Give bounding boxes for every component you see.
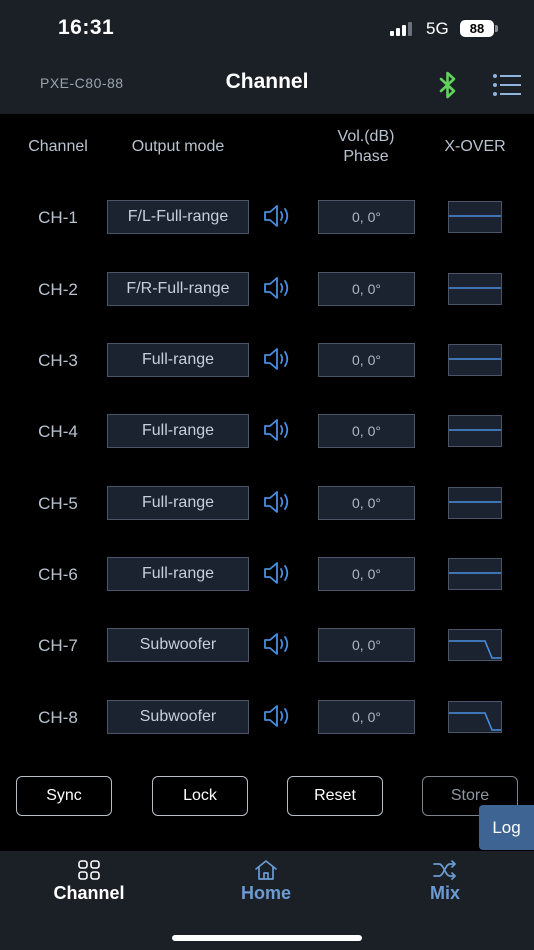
channel-label: CH-5: [38, 494, 78, 513]
xover-button[interactable]: [448, 344, 502, 376]
speaker-icon[interactable]: [262, 346, 292, 372]
xover-button[interactable]: [448, 273, 502, 305]
channel-label: CH-2: [38, 280, 78, 299]
lock-button[interactable]: Lock: [152, 776, 248, 816]
speaker-icon[interactable]: [262, 631, 292, 657]
xover-curve: [449, 215, 501, 217]
battery-icon: 88: [460, 20, 494, 37]
reset-button[interactable]: Reset: [287, 776, 383, 816]
xover-button[interactable]: [448, 415, 502, 447]
vol-phase-button[interactable]: 0, 0°: [318, 343, 415, 377]
channel-row: CH-3 Full-range 0, 0°: [0, 342, 534, 382]
nav-home-label: Home: [240, 883, 291, 903]
xover-button[interactable]: [448, 201, 502, 233]
channel-row: CH-8 Subwoofer 0, 0°: [0, 699, 534, 739]
nav-mix-label: Mix: [429, 883, 460, 903]
channel-row: CH-1 F/L-Full-range 0, 0°: [0, 199, 534, 239]
nav-mix[interactable]: Mix: [375, 859, 515, 904]
xover-curve: [449, 572, 501, 574]
status-time: 16:31: [58, 16, 115, 39]
xover-curve: [449, 287, 501, 289]
xover-button[interactable]: [448, 629, 502, 661]
menu-list-icon[interactable]: [492, 72, 522, 98]
home-indicator: [172, 935, 362, 941]
channel-label: CH-8: [38, 708, 78, 727]
speaker-icon[interactable]: [262, 703, 292, 729]
speaker-icon[interactable]: [262, 417, 292, 443]
vol-phase-button[interactable]: 0, 0°: [318, 557, 415, 591]
output-mode-button[interactable]: Full-range: [107, 343, 249, 377]
battery-tip: [495, 25, 498, 32]
shuffle-icon: [433, 860, 456, 880]
status-bar: 16:31 5G 88: [0, 0, 534, 58]
xover-curve: [449, 501, 501, 503]
xover-button[interactable]: [448, 487, 502, 519]
column-header-xover: X-OVER: [444, 138, 506, 155]
speaker-icon[interactable]: [262, 560, 292, 586]
vol-phase-button[interactable]: 0, 0°: [318, 700, 415, 734]
vol-phase-button[interactable]: 0, 0°: [318, 414, 415, 448]
grid-icon: [78, 860, 100, 880]
output-mode-button[interactable]: F/L-Full-range: [107, 200, 249, 234]
channel-row: CH-6 Full-range 0, 0°: [0, 556, 534, 596]
cellular-signal-icon: [390, 22, 412, 36]
log-button[interactable]: Log: [479, 805, 534, 850]
speaker-icon[interactable]: [262, 275, 292, 301]
channel-row: CH-5 Full-range 0, 0°: [0, 485, 534, 525]
channel-row: CH-4 Full-range 0, 0°: [0, 413, 534, 453]
network-type: 5G: [426, 19, 449, 38]
xover-curve: [449, 640, 501, 659]
output-mode-button[interactable]: Subwoofer: [107, 628, 249, 662]
column-header-vol: Vol.(dB): [337, 128, 395, 145]
output-mode-button[interactable]: Full-range: [107, 486, 249, 520]
xover-button[interactable]: [448, 558, 502, 590]
xover-curve: [449, 712, 501, 731]
nav-channel-label: Channel: [53, 883, 125, 903]
speaker-icon[interactable]: [262, 489, 292, 515]
speaker-icon[interactable]: [262, 203, 292, 229]
nav-channel[interactable]: Channel: [19, 859, 159, 904]
vol-phase-button[interactable]: 0, 0°: [318, 486, 415, 520]
sync-button[interactable]: Sync: [16, 776, 112, 816]
channel-label: CH-7: [38, 636, 78, 655]
channel-label: CH-1: [38, 208, 78, 227]
xover-curve: [449, 429, 501, 431]
vol-phase-button[interactable]: 0, 0°: [318, 200, 415, 234]
output-mode-button[interactable]: Full-range: [107, 414, 249, 448]
vol-phase-button[interactable]: 0, 0°: [318, 272, 415, 306]
xover-button[interactable]: [448, 701, 502, 733]
channel-row: CH-2 F/R-Full-range 0, 0°: [0, 271, 534, 311]
column-header-output-mode: Output mode: [131, 138, 225, 155]
app-header: PXE-C80-88 Channel: [0, 58, 534, 114]
bottom-nav: Channel Home Mix: [0, 851, 534, 950]
nav-home[interactable]: Home: [196, 859, 336, 904]
output-mode-button[interactable]: Subwoofer: [107, 700, 249, 734]
column-header-channel: Channel: [28, 138, 88, 155]
vol-phase-button[interactable]: 0, 0°: [318, 628, 415, 662]
channel-label: CH-4: [38, 422, 78, 441]
home-icon: [255, 860, 277, 880]
column-header-phase: Phase: [343, 148, 389, 165]
output-mode-button[interactable]: Full-range: [107, 557, 249, 591]
output-mode-button[interactable]: F/R-Full-range: [107, 272, 249, 306]
channel-row: CH-7 Subwoofer 0, 0°: [0, 627, 534, 667]
xover-curve: [449, 358, 501, 360]
bluetooth-icon[interactable]: [434, 70, 462, 100]
channel-label: CH-6: [38, 565, 78, 584]
channel-label: CH-3: [38, 351, 78, 370]
